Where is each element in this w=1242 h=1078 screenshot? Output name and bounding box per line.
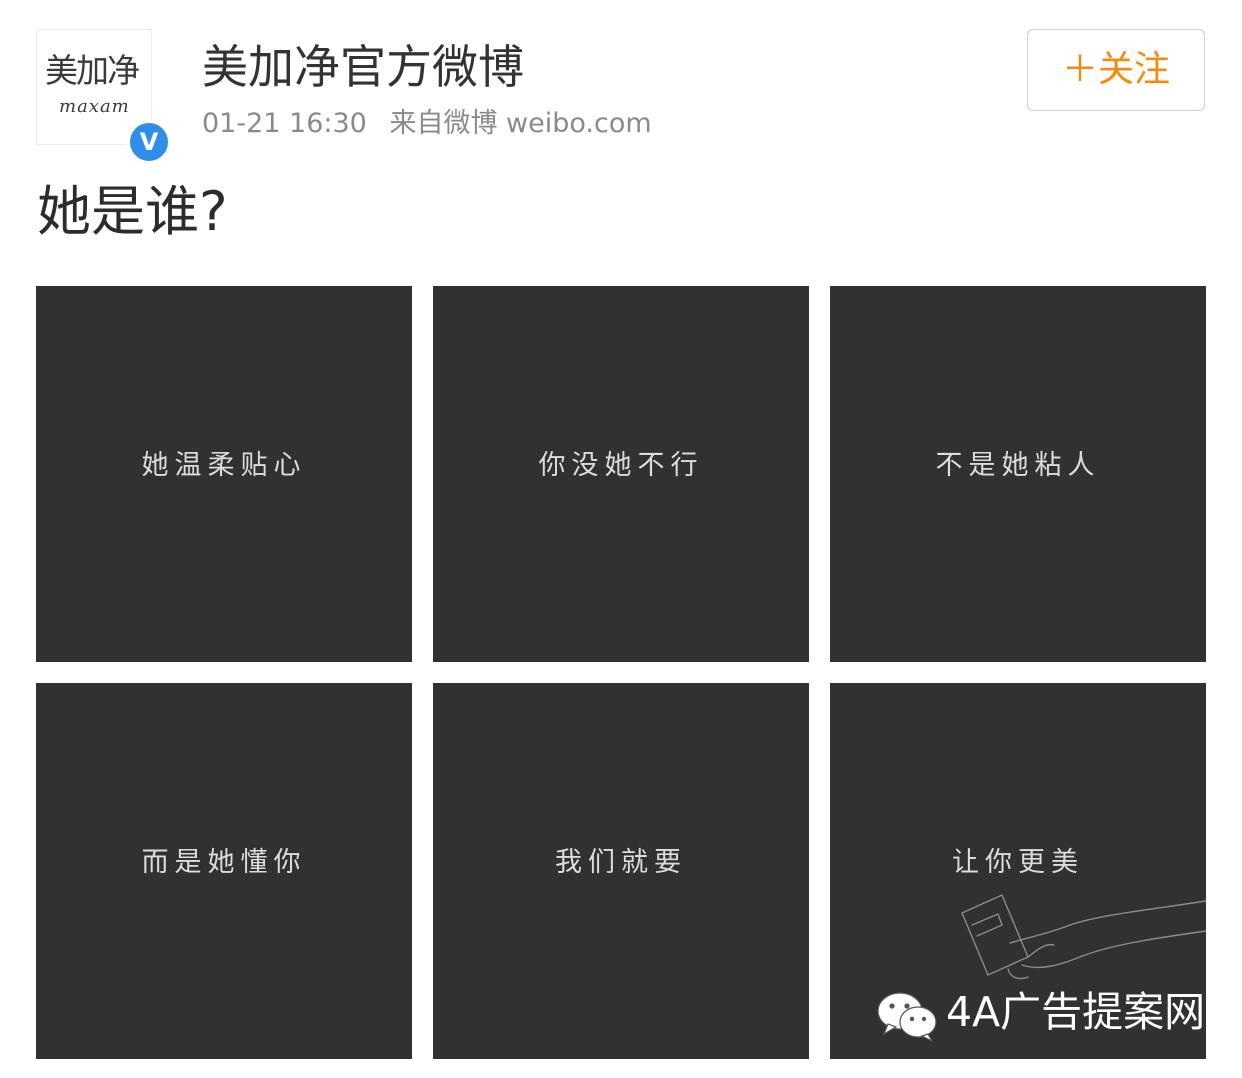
verified-badge-icon: V [127, 120, 171, 164]
avatar-logo-en: maxam [59, 96, 130, 117]
post-time: 01-21 16:30 [202, 108, 367, 139]
watermark-text: 4A广告提案网 [946, 988, 1206, 1036]
image-caption: 我们就要 [555, 847, 687, 878]
image-caption: 而是她懂你 [141, 847, 307, 878]
image-tile-3[interactable]: 不是她粘人 [830, 286, 1206, 662]
post-text: 她是谁? [37, 180, 228, 243]
image-caption: 不是她粘人 [935, 450, 1101, 481]
image-caption: 你没她不行 [538, 450, 704, 481]
hand-with-product-illustration [961, 894, 1206, 980]
follow-button[interactable]: ＋关注 [1027, 29, 1205, 111]
post-source: 来自微博 weibo.com [389, 108, 652, 139]
image-tile-4[interactable]: 而是她懂你 [36, 683, 412, 1059]
author-name[interactable]: 美加净官方微博 [202, 40, 524, 95]
image-tile-1[interactable]: 她温柔贴心 [36, 286, 412, 662]
avatar-logo-cn: 美加净 [45, 51, 140, 90]
image-tile-2[interactable]: 你没她不行 [433, 286, 809, 662]
image-caption: 她温柔贴心 [141, 450, 307, 481]
wechat-icon [877, 992, 937, 1042]
post-meta: 01-21 16:30 来自微博 weibo.com [202, 108, 666, 140]
image-tile-5[interactable]: 我们就要 [433, 683, 809, 1059]
